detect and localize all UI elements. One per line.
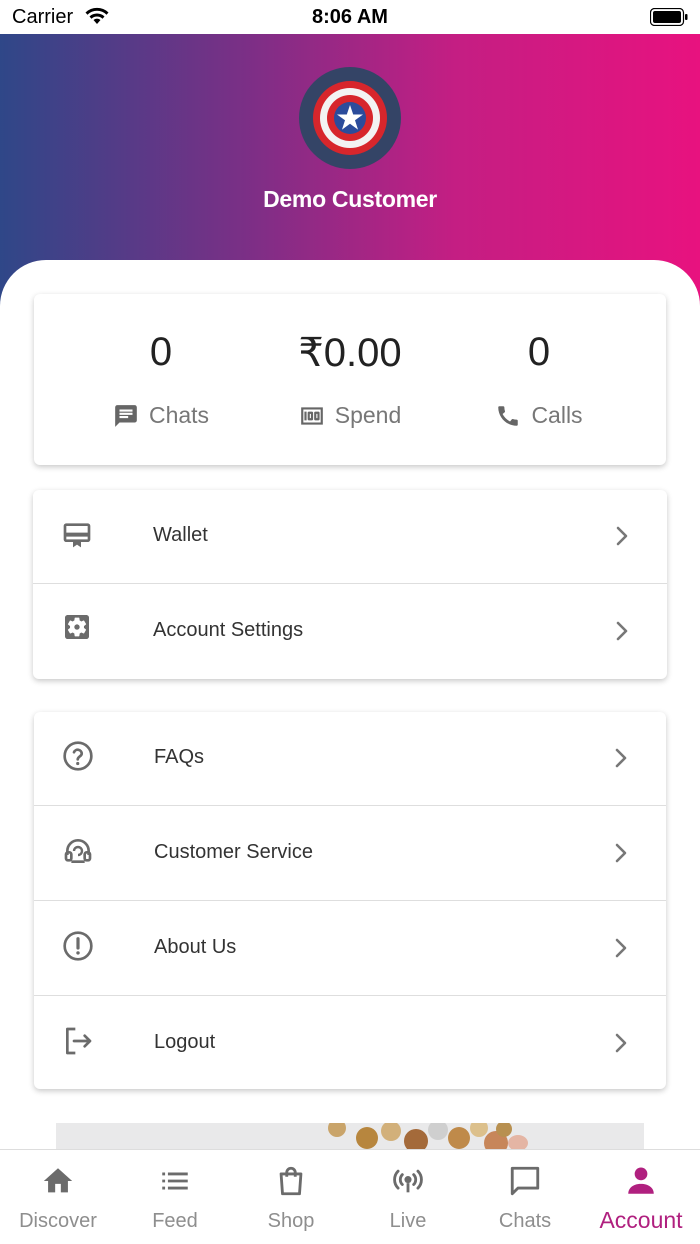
stat-value: ₹0.00: [298, 331, 402, 375]
menu-label: Account Settings: [153, 619, 304, 641]
stat-spend[interactable]: ₹0.00 Spend: [245, 294, 455, 465]
bottom-nav: Discover Feed Shop Live Chats Account: [0, 1149, 700, 1244]
chevron-right-icon: [615, 843, 627, 863]
menu-label: About Us: [154, 936, 237, 958]
battery-icon: [650, 8, 688, 26]
menu-item-wallet[interactable]: Wallet: [33, 490, 667, 584]
headset-icon: [64, 839, 92, 863]
menu-label: Customer Service: [154, 841, 313, 863]
phone-icon: [498, 405, 519, 426]
menu-item-logout[interactable]: Logout: [34, 997, 666, 1091]
menu-card-account: Wallet Account Settings: [33, 490, 667, 679]
menu-label: Wallet: [153, 524, 208, 546]
nav-label: Account: [599, 1207, 683, 1233]
avatar[interactable]: [299, 67, 401, 169]
stat-value: 0: [149, 330, 173, 374]
nav-shop[interactable]: Shop: [233, 1150, 349, 1244]
stat-label: Chats: [148, 402, 210, 428]
settings-icon: [65, 615, 89, 639]
nav-label: Feed: [152, 1210, 198, 1232]
list-icon: [162, 1172, 188, 1190]
stat-chats[interactable]: 0 Chats: [56, 294, 266, 465]
customer-name: Demo Customer: [263, 186, 437, 212]
chat-bubble-icon: [510, 1166, 540, 1196]
menu-label: FAQs: [154, 746, 205, 768]
stat-calls[interactable]: 0 Calls: [434, 294, 644, 465]
stat-label: Calls: [531, 402, 583, 428]
broadcast-icon: [393, 1169, 423, 1193]
nav-label: Chats: [498, 1210, 552, 1232]
stats-card: 0 Chats ₹0.00 Spend 0 Calls: [34, 294, 666, 465]
bag-icon: [279, 1166, 303, 1196]
nav-chats[interactable]: Chats: [467, 1150, 583, 1244]
clock: 8:06 AM: [312, 6, 388, 28]
nav-label: Discover: [19, 1210, 97, 1232]
help-icon: [63, 741, 93, 771]
nav-feed[interactable]: Feed: [117, 1150, 233, 1244]
menu-item-customer-service[interactable]: Customer Service: [34, 807, 666, 901]
menu-card-support: FAQs Customer Service About Us Logout: [34, 712, 666, 1089]
chat-icon: [115, 404, 137, 427]
chevron-right-icon: [615, 938, 627, 958]
chevron-right-icon: [616, 526, 628, 546]
nav-discover[interactable]: Discover: [0, 1150, 116, 1244]
logout-icon: [66, 1027, 92, 1055]
home-icon: [43, 1168, 73, 1193]
chevron-right-icon: [615, 748, 627, 768]
shield-avatar-image: [313, 81, 387, 155]
menu-item-account-settings[interactable]: Account Settings: [33, 585, 667, 679]
money-icon: [300, 406, 323, 425]
nav-label: Shop: [267, 1210, 315, 1232]
menu-item-faqs[interactable]: FAQs: [34, 712, 666, 806]
info-icon: [63, 931, 93, 961]
status-bar: Carrier 8:06 AM: [0, 0, 700, 34]
menu-label: Logout: [154, 1031, 216, 1053]
nav-account[interactable]: Account: [583, 1150, 699, 1244]
stat-label: Spend: [334, 402, 402, 428]
nav-label: Live: [389, 1210, 427, 1232]
stat-value: 0: [527, 330, 551, 374]
person-icon: [628, 1167, 654, 1194]
wallet-icon: [63, 523, 91, 548]
chevron-right-icon: [615, 1033, 627, 1053]
menu-item-about-us[interactable]: About Us: [34, 902, 666, 996]
nav-live[interactable]: Live: [350, 1150, 466, 1244]
chevron-right-icon: [616, 621, 628, 641]
